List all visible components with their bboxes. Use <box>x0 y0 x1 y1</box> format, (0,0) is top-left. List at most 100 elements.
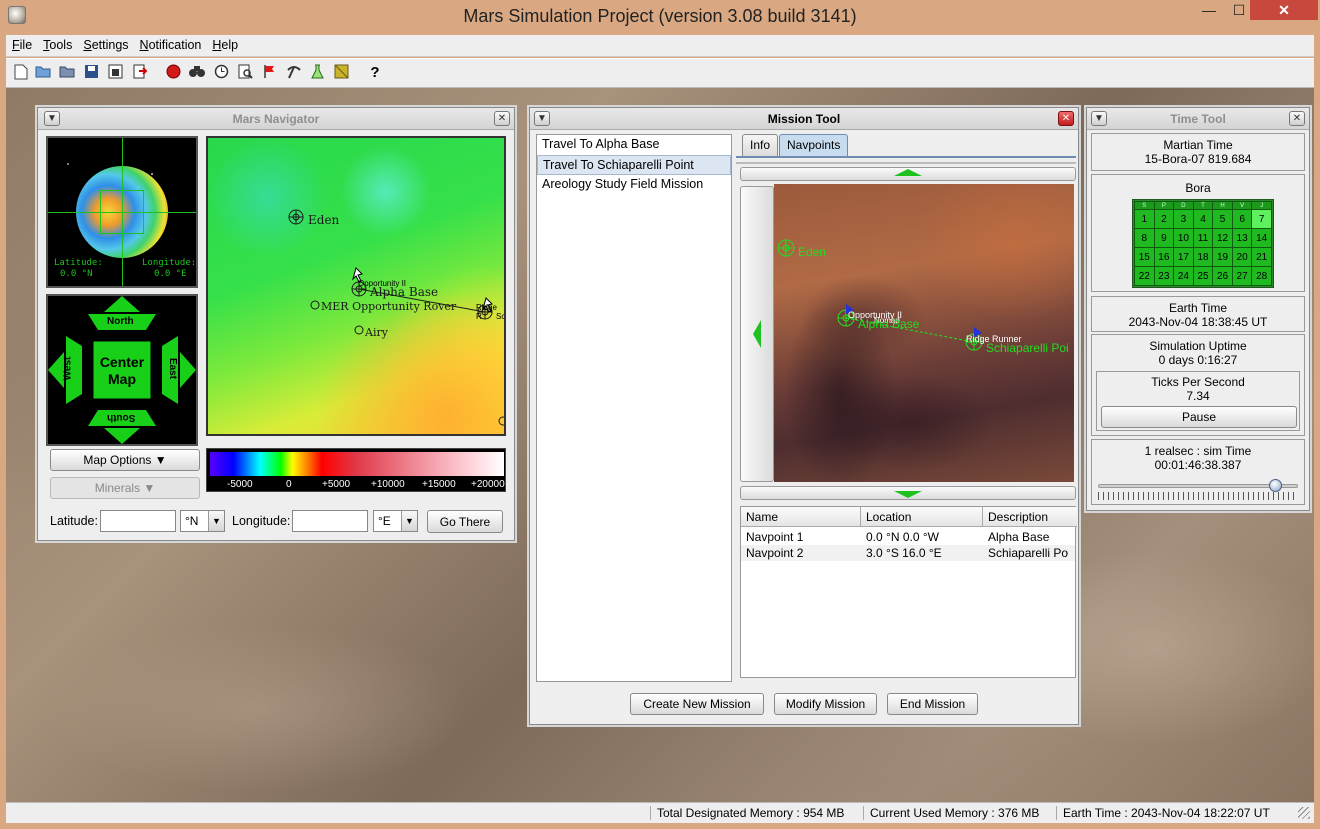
cell-description: Alpha Base <box>988 530 1050 544</box>
save-icon[interactable] <box>82 64 100 82</box>
time-ratio-slider-track[interactable] <box>1098 484 1298 488</box>
pan-south-button[interactable] <box>740 486 1076 500</box>
menu-file[interactable]: File <box>6 35 37 52</box>
menu-notification[interactable]: Notification <box>134 35 207 52</box>
status-bar: Total Designated Memory : 954 MB Current… <box>6 802 1314 823</box>
time-ratio-slider-thumb[interactable] <box>1269 479 1282 492</box>
pan-west-button[interactable] <box>740 186 774 482</box>
navpoint-overlay <box>777 239 983 351</box>
cell-location: 0.0 °N 0.0 °W <box>866 530 939 544</box>
minerals-button[interactable]: Minerals ▼ <box>50 477 200 499</box>
navpoint-map[interactable]: Eden Opportunity II Nomad Alpha Base Rid… <box>774 184 1074 482</box>
mission-tool-title: Mission Tool <box>767 112 841 126</box>
legend-tick: +20000 <box>471 479 505 490</box>
legend-tick: +5000 <box>322 479 351 490</box>
new-file-icon[interactable] <box>12 64 30 82</box>
elevation-gradient <box>210 452 504 476</box>
compass-north-button[interactable]: North <box>107 316 134 327</box>
calendar-day: 8 <box>1134 228 1155 248</box>
navmap-label-eden: Eden <box>798 245 827 259</box>
tab-navpoints[interactable]: Navpoints <box>779 134 849 156</box>
column-header-description[interactable]: Description <box>983 507 1077 527</box>
ratio-label: 1 realsec : sim Time <box>1144 444 1252 458</box>
column-header-name[interactable]: Name <box>741 507 861 527</box>
map-icon[interactable] <box>332 64 350 82</box>
menu-help[interactable]: Help <box>206 35 243 52</box>
frame-close-button[interactable]: ✕ <box>1289 111 1305 126</box>
mission-list-item[interactable]: Travel To Alpha Base <box>537 135 731 155</box>
open-folder-icon[interactable] <box>34 64 52 82</box>
save-as-icon[interactable] <box>106 64 124 82</box>
pickaxe-icon[interactable] <box>284 64 302 82</box>
menu-tools[interactable]: Tools <box>37 35 77 52</box>
window-title: Mars Simulation Project (version 3.08 bu… <box>463 6 857 26</box>
mission-list-item[interactable]: Travel To Schiaparelli Point <box>537 155 731 175</box>
calendar-weekday: D <box>1173 201 1194 210</box>
menu-settings[interactable]: Settings <box>77 35 133 52</box>
map-overlay <box>288 209 504 426</box>
pan-north-button[interactable] <box>740 167 1076 181</box>
latitude-direction-value: °N <box>185 514 199 528</box>
tps-label: Ticks Per Second <box>1151 375 1245 389</box>
mission-tool-titlebar[interactable]: ▼ Mission Tool ✕ <box>530 108 1078 130</box>
mission-list-item[interactable]: Areology Study Field Mission <box>537 175 731 195</box>
globe-view[interactable]: Latitude: 0.0 °N Longitude: 0.0 °E <box>46 136 198 288</box>
earth-time-panel: Earth Time 2043-Nov-04 18:38:45 UT <box>1091 296 1305 332</box>
compass-west-button[interactable]: West <box>62 357 73 381</box>
table-row[interactable]: Navpoint 2 3.0 °S 16.0 °E Schiaparelli P… <box>741 545 1075 561</box>
clock-icon[interactable] <box>212 64 230 82</box>
calendar-day: 13 <box>1231 228 1253 248</box>
calendar-day: 3 <box>1173 209 1194 229</box>
globe-latitude-value: 0.0 °N <box>60 269 93 279</box>
latitude-direction-select[interactable]: °N ▼ <box>180 510 225 532</box>
table-row[interactable]: Navpoint 1 0.0 °N 0.0 °W Alpha Base <box>741 529 1075 545</box>
calendar-day: 19 <box>1212 247 1233 267</box>
mars-navigator-titlebar[interactable]: ▼ Mars Navigator ✕ <box>38 108 514 130</box>
flask-icon[interactable] <box>308 64 326 82</box>
divider <box>736 162 1076 164</box>
status-used-memory: Current Used Memory : 376 MB <box>863 806 1039 820</box>
calendar-day: 20 <box>1231 247 1253 267</box>
longitude-input[interactable] <box>292 510 368 532</box>
ticks-panel: Ticks Per Second 7.34 Pause <box>1096 371 1300 431</box>
compass-south-button[interactable]: South <box>107 412 135 423</box>
go-there-button[interactable]: Go There <box>427 510 503 533</box>
center-map-button[interactable]: Center Map <box>94 354 150 388</box>
latitude-label: Latitude: <box>50 514 98 528</box>
tab-info[interactable]: Info <box>742 134 779 156</box>
end-mission-button[interactable]: End Mission <box>887 693 978 715</box>
calendar-day: 11 <box>1192 228 1214 248</box>
help-icon[interactable]: ? <box>366 64 384 82</box>
frame-close-button[interactable]: ✕ <box>1058 111 1074 126</box>
longitude-direction-select[interactable]: °E ▼ <box>373 510 418 532</box>
pause-button[interactable]: Pause <box>1101 406 1297 428</box>
globe-longitude-value: 0.0 °E <box>154 269 187 279</box>
calendar-weekday: J <box>1251 201 1272 210</box>
center-map-line1: Center <box>99 354 145 370</box>
flag-icon[interactable] <box>260 64 278 82</box>
compass-east-button[interactable]: East <box>167 358 178 379</box>
uptime-label: Simulation Uptime <box>1149 339 1247 353</box>
exit-icon[interactable] <box>130 64 148 82</box>
open-autosave-icon[interactable] <box>58 64 76 82</box>
calendar-weekday: T <box>1192 201 1214 210</box>
surface-map[interactable]: Eden Opportunity II Alpha Base MER Oppor… <box>206 136 506 436</box>
close-button[interactable]: ✕ <box>1250 0 1318 20</box>
frame-close-button[interactable]: ✕ <box>494 111 510 126</box>
longitude-direction-value: °E <box>378 514 391 528</box>
martian-time-panel: Martian Time 15-Bora-07 819.684 <box>1091 133 1305 171</box>
mission-tool-window: ▼ Mission Tool ✕ Travel To Alpha Base Tr… <box>529 107 1079 725</box>
time-tool-titlebar[interactable]: ▼ Time Tool ✕ <box>1087 108 1309 130</box>
record-icon[interactable] <box>164 64 182 82</box>
calendar-weekday: V <box>1231 201 1253 210</box>
center-map-line2: Map <box>108 371 136 387</box>
search-doc-icon[interactable] <box>236 64 254 82</box>
latitude-input[interactable] <box>100 510 176 532</box>
create-mission-button[interactable]: Create New Mission <box>630 693 764 715</box>
status-total-memory: Total Designated Memory : 954 MB <box>650 806 844 820</box>
binoculars-icon[interactable] <box>188 64 206 82</box>
map-options-button[interactable]: Map Options ▼ <box>50 449 200 471</box>
resize-grip-icon[interactable] <box>1298 807 1310 819</box>
column-header-location[interactable]: Location <box>861 507 983 527</box>
modify-mission-button[interactable]: Modify Mission <box>774 693 877 715</box>
